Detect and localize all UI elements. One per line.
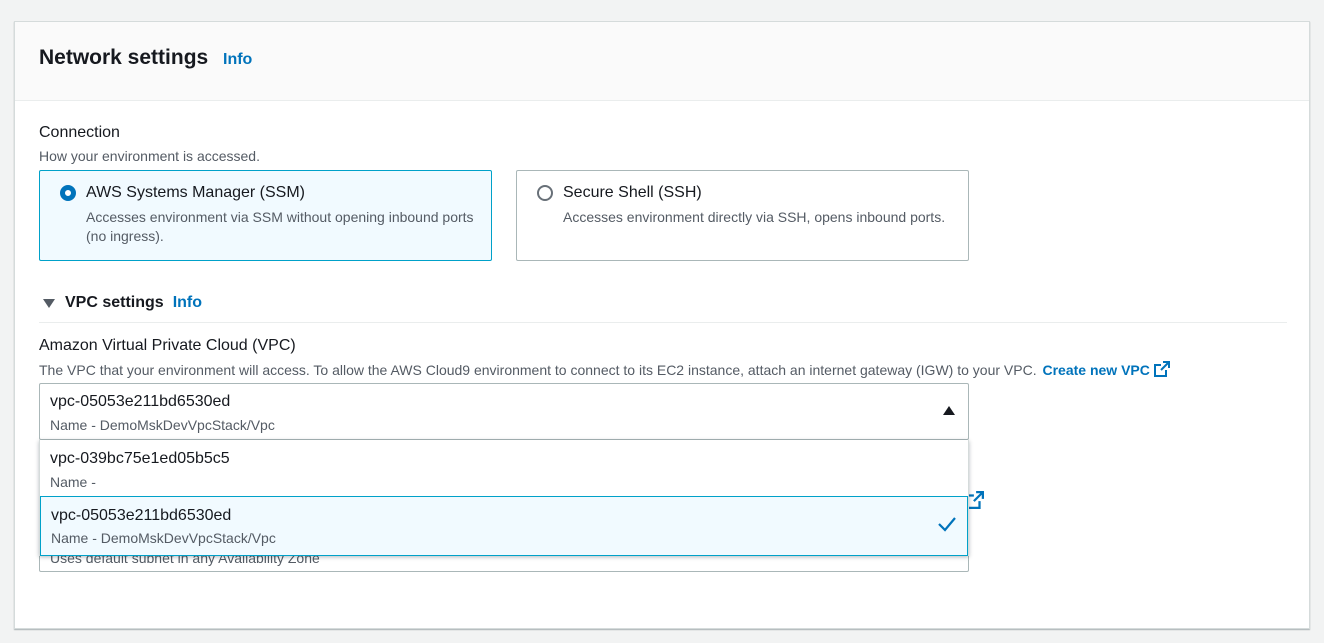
vpc-label: Amazon Virtual Private Cloud (VPC) [39,337,296,354]
check-icon [938,517,956,532]
ssm-radio[interactable] [60,185,76,201]
ssh-description: Accesses environment directly via SSH, o… [563,209,946,225]
vpc-description: The VPC that your environment will acces… [39,361,1170,378]
ssh-title: Secure Shell (SSH) [563,184,702,201]
vpc-option-value: vpc-039bc75e1ed05b5c5 [50,450,230,467]
vpc-settings-label: VPC settings [65,294,164,311]
ssm-description: Accesses environment via SSM without ope… [86,209,474,244]
connection-option-ssm[interactable]: AWS Systems Manager (SSM) Accesses envir… [39,170,492,261]
ssm-title: AWS Systems Manager (SSM) [86,184,306,201]
vpc-option-value: vpc-05053e211bd6530ed [51,507,232,524]
create-new-vpc-label: Create new VPC [1042,362,1150,378]
vpc-select-value: vpc-05053e211bd6530ed [50,393,231,410]
panel-header: Network settings Info [15,22,1309,101]
panel-title: Network settings [39,46,209,69]
ssh-radio[interactable] [537,185,553,201]
vpc-select-name: Name - DemoMskDevVpcStack/Vpc [50,417,275,433]
create-new-vpc-link[interactable]: Create new VPC [1042,361,1170,378]
network-settings-panel: Network settings Info Connection How you… [14,21,1310,629]
vpc-option[interactable]: vpc-039bc75e1ed05b5c5 Name - [40,440,968,496]
caret-up-icon [943,406,955,415]
vpc-settings-expander[interactable]: VPC settings Info [43,294,202,312]
vpc-dropdown-list: vpc-039bc75e1ed05b5c5 Name - vpc-05053e2… [39,440,969,556]
connection-label: Connection [39,124,120,141]
connection-option-ssh[interactable]: Secure Shell (SSH) Accesses environment … [516,170,969,261]
vpc-description-text: The VPC that your environment will acces… [39,362,1037,378]
vpc-option-name: Name - DemoMskDevVpcStack/Vpc [51,530,276,546]
caret-down-icon [43,298,55,308]
divider [39,322,1287,323]
vpc-settings-info-link[interactable]: Info [173,294,202,312]
vpc-option-selected[interactable]: vpc-05053e211bd6530ed Name - DemoMskDevV… [40,496,968,556]
connection-description: How your environment is accessed. [39,148,260,164]
vpc-select[interactable]: vpc-05053e211bd6530ed Name - DemoMskDevV… [39,383,969,440]
network-settings-info-link[interactable]: Info [223,51,252,69]
vpc-option-name: Name - [50,474,96,490]
external-link-icon [1153,361,1170,377]
